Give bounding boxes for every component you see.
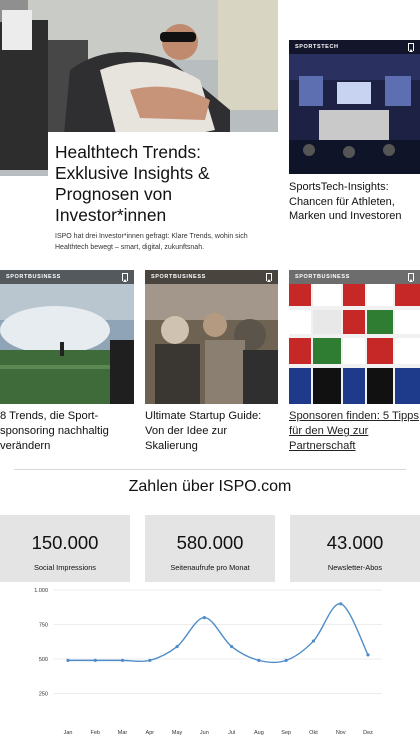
category-tag: SPORTBUSINESS [0,270,134,284]
y-tick-label: 250 [39,692,48,698]
x-tick-label: Dez [363,730,373,736]
stat-newsletter: 43.000 Newsletter-Abos [290,515,420,582]
card-image-startup[interactable]: SPORTBUSINESS [145,270,278,404]
stat-social-impressions: 150.000 Social Impressions [0,515,130,582]
sportstech-image[interactable]: SPORTSTECH [289,40,420,174]
category-tag: SPORTSTECH [289,40,420,54]
hero-text-box: Healthtech Trends: Exklusive Insights & … [48,132,280,262]
x-tick-label: Aug [254,730,264,736]
bookmark-icon[interactable] [408,273,414,282]
x-tick-label: Jul [228,730,235,736]
line-chart: 1.000 750 500 250 Jan Feb Mar Apr May Jun Jul Aug Se… [34,588,382,736]
stat-label: Newsletter-Abos [327,563,383,572]
bookmark-icon[interactable] [408,43,414,52]
x-tick-label: Okt [309,730,318,736]
bookmark-icon[interactable] [266,273,272,282]
x-tick-label: Jun [200,730,209,736]
sportstech-title[interactable]: SportsTech-Insights: Chancen für Athlete… [289,180,420,224]
card-image-sponsors[interactable]: SPORTBUSINESS [289,270,420,404]
data-point [366,653,370,657]
tag-label: SPORTBUSINESS [6,274,61,280]
x-tick-label: Jan [64,730,73,736]
category-tag: SPORTBUSINESS [289,270,420,284]
data-point [230,644,234,649]
y-tick-label: 500 [39,657,48,663]
data-point [311,639,316,643]
tag-label: SPORTBUSINESS [151,274,206,280]
stat-label: Social Impressions [33,563,97,572]
x-tick-label: Apr [146,730,155,736]
data-point [120,658,125,662]
card-title-sponsors[interactable]: Sponsoren finden: 5 Tipps für den Weg zu… [289,409,420,454]
data-point [339,602,343,606]
data-point [66,658,70,662]
series-line [68,603,369,664]
stats-heading: Zahlen über ISPO.com [128,478,292,495]
data-point [148,658,152,662]
x-tick-label: Sep [281,730,291,736]
data-point [175,644,179,649]
x-tick-label: May [172,730,183,736]
x-tick-label: Feb [91,730,100,736]
stat-value: 580.000 [176,532,244,553]
hero-title[interactable]: Healthtech Trends: Exklusive Insights & … [55,142,274,226]
y-tick-label: 750 [39,623,48,629]
x-tick-label: Mar [118,730,128,736]
section-divider [14,469,406,470]
category-tag: SPORTBUSINESS [145,270,278,284]
hero-description: ISPO hat drei Investor*innen gefragt: Kl… [55,233,248,251]
card-title-startup[interactable]: Ultimate Startup Guide: Von der Idee zur… [145,409,277,454]
stat-value: 150.000 [31,532,99,553]
y-tick-label: 1.000 [34,588,48,594]
data-point [284,658,288,662]
stat-value: 43.000 [326,532,384,553]
stat-label: Seitenaufrufe pro Monat [170,563,250,572]
card-title-sponsoring[interactable]: 8 Trends, die Sport-sponsoring nachhalti… [0,409,132,454]
x-tick-label: Nov [336,730,346,736]
data-point [93,658,97,662]
tag-label: SPORTSTECH [295,44,339,50]
data-point [202,616,206,620]
tag-label: SPORTBUSINESS [295,274,350,280]
card-image-sponsoring[interactable]: SPORTBUSINESS [0,270,134,404]
stat-page-views: 580.000 Seitenaufrufe pro Monat [145,515,275,582]
bookmark-icon[interactable] [122,273,128,282]
data-point [257,658,261,662]
